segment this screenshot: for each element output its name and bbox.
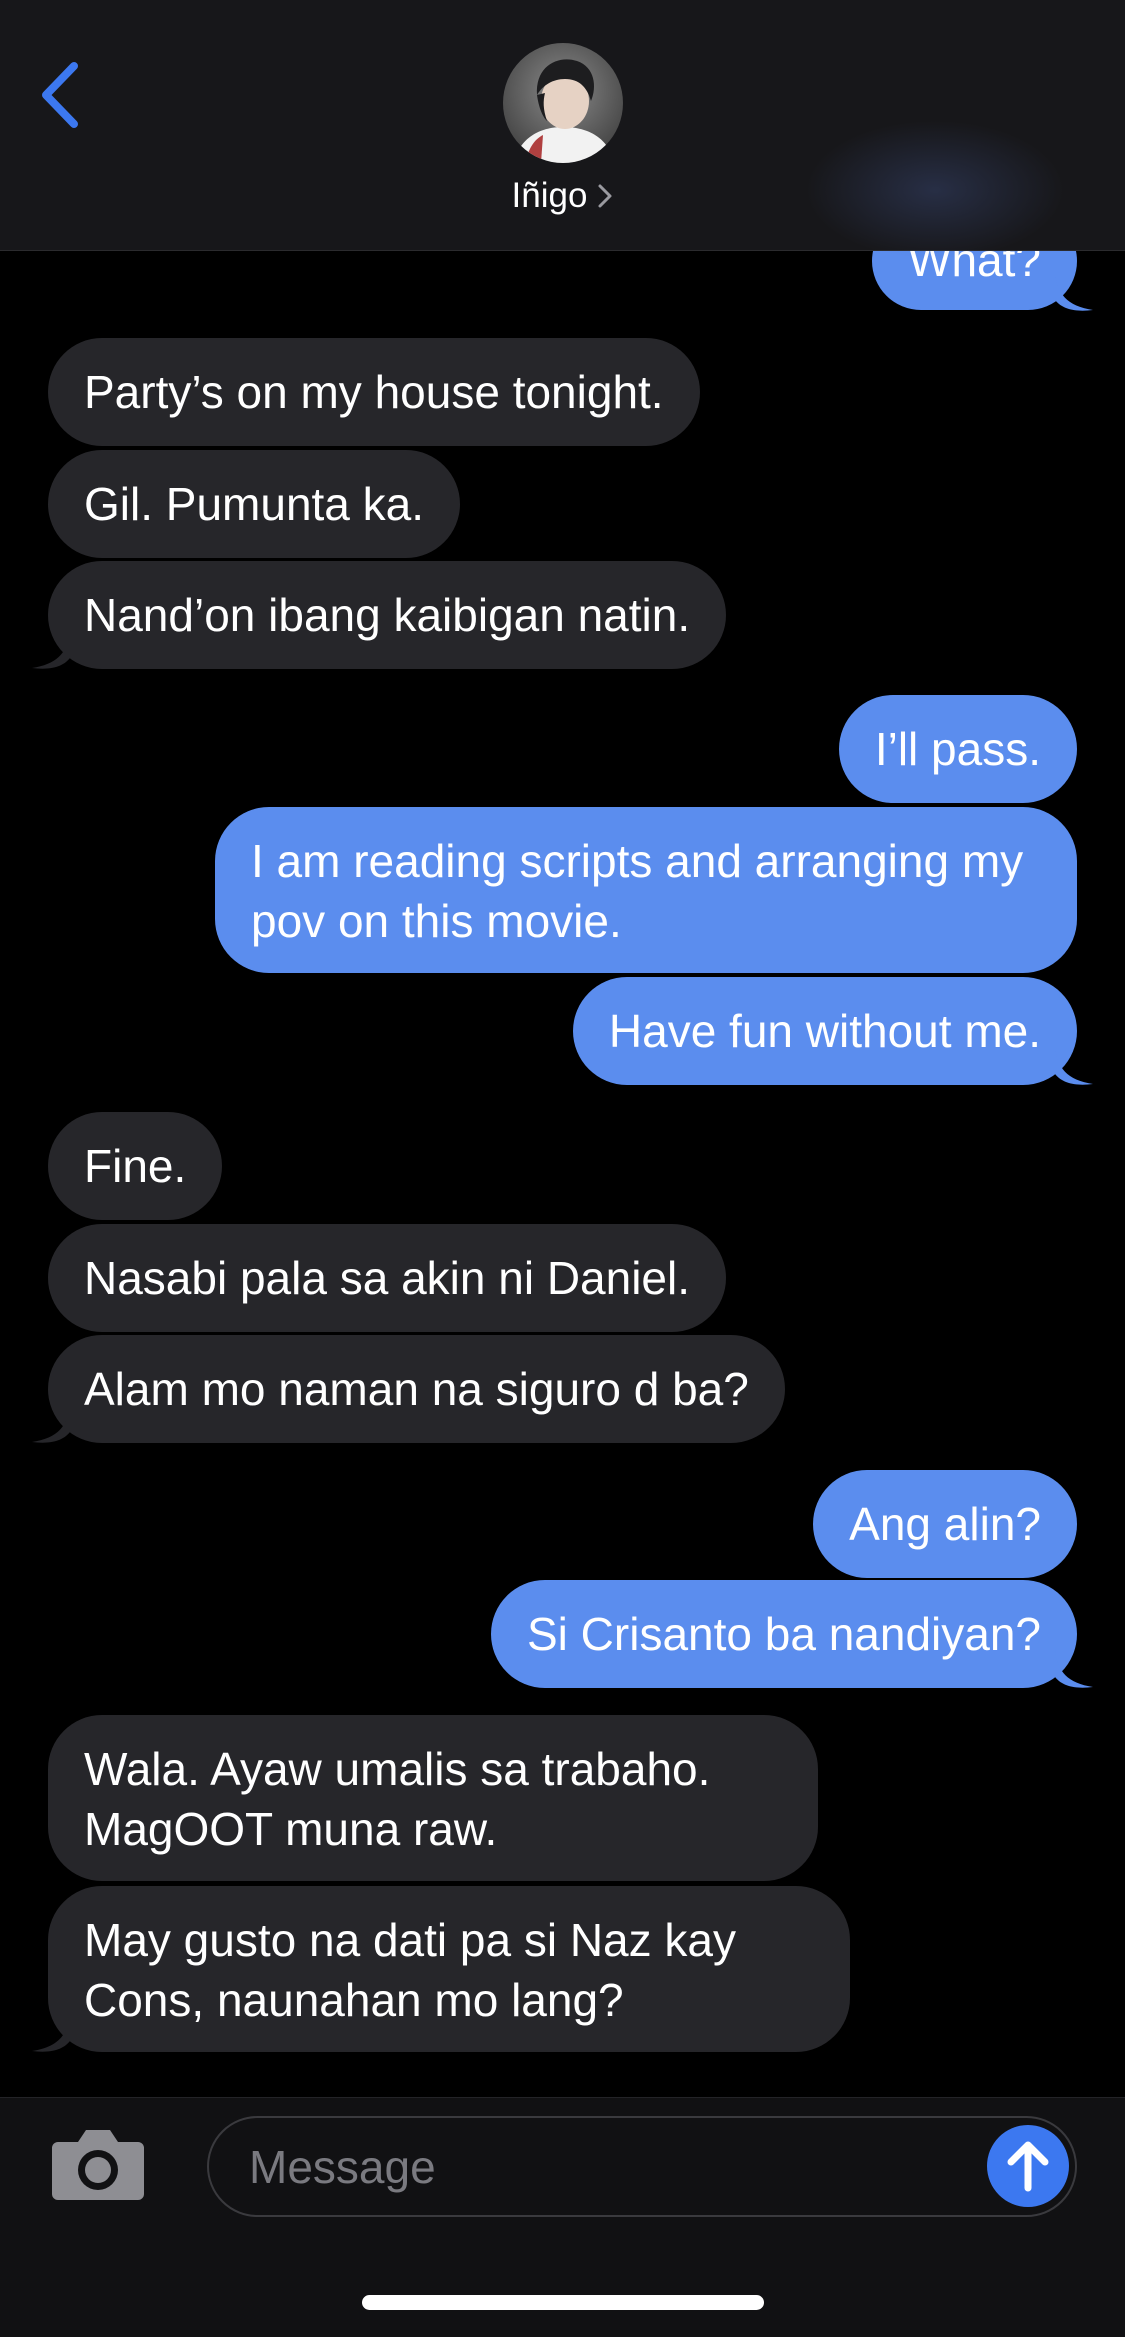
bubble-tail (32, 1404, 70, 1443)
home-indicator[interactable] (362, 2295, 764, 2310)
outgoing-message[interactable]: Si Crisanto ba nandiyan? (491, 1580, 1077, 1688)
message-input[interactable] (207, 2116, 1077, 2217)
incoming-message[interactable]: Fine. (48, 1112, 223, 1220)
avatar-image (503, 43, 623, 163)
back-button[interactable] (30, 55, 90, 135)
outgoing-message[interactable]: I’ll pass. (838, 695, 1077, 803)
bubble-tail (1055, 272, 1093, 311)
arrow-up-icon (1007, 2141, 1049, 2192)
incoming-message[interactable]: Party’s on my house tonight. (48, 338, 700, 446)
contact-name: Iñigo (511, 176, 588, 215)
bubble-tail (1055, 1046, 1093, 1085)
bubble-tail (32, 630, 70, 669)
incoming-message[interactable]: Gil. Pumunta ka. (48, 450, 461, 558)
message-thread[interactable]: What? Party’s on my house tonight. Gil. … (0, 0, 1125, 2100)
outgoing-message[interactable]: Have fun without me. (572, 977, 1077, 1085)
bubble-tail (32, 2013, 70, 2052)
chevron-right-icon (598, 184, 612, 208)
incoming-message[interactable]: Nasabi pala sa akin ni Daniel. (48, 1224, 727, 1332)
contact-avatar[interactable] (503, 43, 623, 163)
conversation-header: Iñigo (0, 0, 1125, 260)
outgoing-message[interactable]: Ang alin? (813, 1470, 1077, 1578)
camera-button[interactable] (48, 2124, 148, 2204)
incoming-message[interactable]: Wala. Ayaw umalis sa trabaho. MagOOT mun… (48, 1715, 818, 1881)
incoming-message[interactable]: Nand’on ibang kaibigan natin. (48, 561, 727, 669)
contact-name-row[interactable]: Iñigo (0, 176, 1125, 216)
chevron-left-icon (42, 62, 78, 128)
incoming-message[interactable]: Alam mo naman na siguro d ba? (48, 1335, 785, 1443)
incoming-message[interactable]: May gusto na dati pa si Naz kay Cons, na… (48, 1886, 850, 2052)
camera-icon (52, 2130, 144, 2200)
outgoing-message[interactable]: I am reading scripts and arranging my po… (215, 807, 1077, 973)
bubble-tail (1055, 1649, 1093, 1688)
send-button[interactable] (987, 2125, 1069, 2207)
